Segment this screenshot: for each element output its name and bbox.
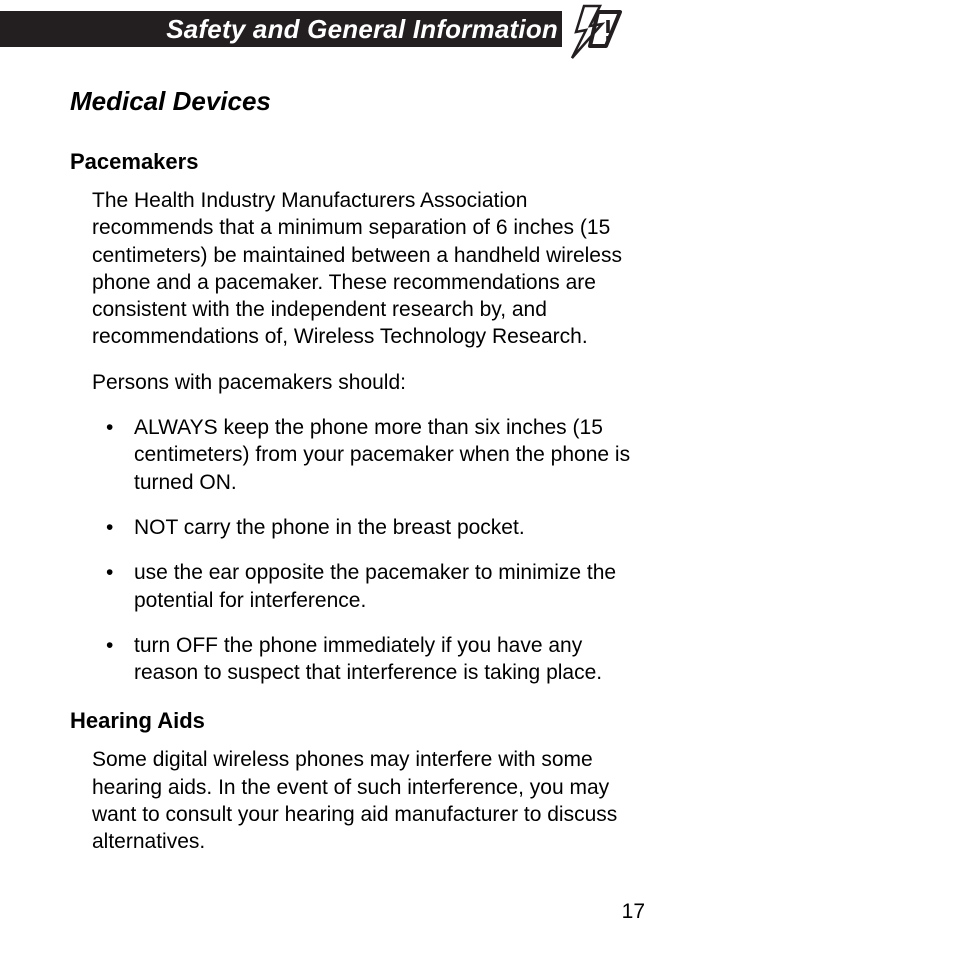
pacemakers-heading: Pacemakers bbox=[70, 149, 650, 175]
header-title: Safety and General Information bbox=[166, 14, 558, 45]
page-content: Medical Devices Pacemakers The Health In… bbox=[70, 86, 650, 874]
pacemakers-paragraph-2: Persons with pacemakers should: bbox=[92, 369, 650, 396]
section-title: Medical Devices bbox=[70, 86, 650, 117]
hearing-aids-paragraph: Some digital wireless phones may interfe… bbox=[92, 746, 650, 855]
list-item: use the ear opposite the pacemaker to mi… bbox=[92, 559, 650, 614]
list-item: turn OFF the phone immediately if you ha… bbox=[92, 632, 650, 687]
list-item: NOT carry the phone in the breast pocket… bbox=[92, 514, 650, 541]
list-item: ALWAYS keep the phone more than six inch… bbox=[92, 414, 650, 496]
warning-bolt-icon bbox=[562, 4, 624, 67]
hearing-aids-heading: Hearing Aids bbox=[70, 708, 650, 734]
pacemakers-paragraph-1: The Health Industry Manufacturers Associ… bbox=[92, 187, 650, 351]
page-number: 17 bbox=[0, 900, 645, 924]
header-bar: Safety and General Information bbox=[0, 11, 562, 47]
pacemakers-bullet-list: ALWAYS keep the phone more than six inch… bbox=[92, 414, 650, 686]
